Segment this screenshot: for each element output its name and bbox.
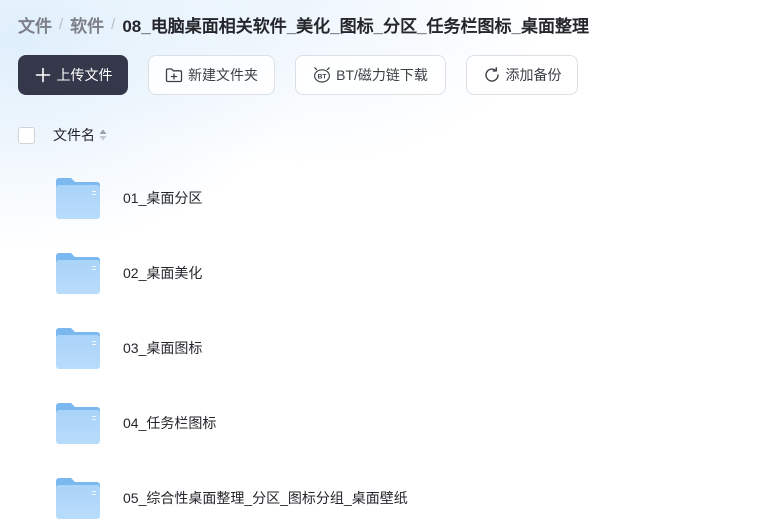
file-row[interactable]: 02_桌面美化	[55, 249, 755, 297]
new-folder-icon	[165, 66, 183, 84]
folder-icon	[55, 252, 101, 295]
file-row[interactable]: 01_桌面分区	[55, 174, 755, 222]
backup-refresh-icon	[483, 66, 501, 84]
plus-icon	[34, 66, 52, 84]
file-name[interactable]: 01_桌面分区	[123, 188, 202, 208]
upload-file-button[interactable]: 上传文件	[18, 55, 128, 95]
upload-file-label: 上传文件	[56, 67, 113, 83]
file-name[interactable]: 02_桌面美化	[123, 263, 202, 283]
file-name[interactable]: 05_综合性桌面整理_分区_图标分组_桌面壁纸	[123, 488, 408, 508]
file-row[interactable]: 04_任务栏图标	[55, 399, 755, 447]
file-name[interactable]: 04_任务栏图标	[123, 413, 216, 433]
column-header-filename[interactable]: 文件名	[53, 125, 95, 145]
file-list-header: 文件名	[18, 126, 107, 144]
add-backup-button[interactable]: 添加备份	[466, 55, 578, 95]
breadcrumb-item-files[interactable]: 文件	[18, 12, 52, 37]
file-row[interactable]: 05_综合性桌面整理_分区_图标分组_桌面壁纸	[55, 474, 755, 522]
add-backup-label: 添加备份	[505, 67, 562, 83]
bt-icon: BT	[313, 66, 331, 84]
folder-icon	[55, 177, 101, 220]
file-row[interactable]: 03_桌面图标	[55, 324, 755, 372]
bt-magnet-download-label: BT/磁力链下载	[336, 67, 428, 83]
folder-icon	[55, 327, 101, 370]
select-all-checkbox[interactable]	[18, 126, 35, 144]
folder-icon	[55, 477, 101, 520]
breadcrumb-item-software[interactable]: 软件	[70, 12, 104, 37]
breadcrumb-current-folder: 08_电脑桌面相关软件_美化_图标_分区_任务栏图标_桌面整理	[122, 17, 589, 36]
sort-icon[interactable]	[99, 129, 107, 141]
new-folder-button[interactable]: 新建文件夹	[148, 55, 275, 95]
bt-magnet-download-button[interactable]: BT BT/磁力链下载	[295, 55, 446, 95]
new-folder-label: 新建文件夹	[188, 67, 258, 83]
breadcrumb: 文件 / 软件 / 08_电脑桌面相关软件_美化_图标_分区_任务栏图标_桌面整…	[18, 12, 589, 37]
breadcrumb-separator: /	[111, 16, 116, 33]
folder-icon	[55, 402, 101, 445]
svg-text:BT: BT	[318, 73, 328, 80]
file-name[interactable]: 03_桌面图标	[123, 338, 202, 358]
breadcrumb-separator: /	[59, 16, 64, 33]
